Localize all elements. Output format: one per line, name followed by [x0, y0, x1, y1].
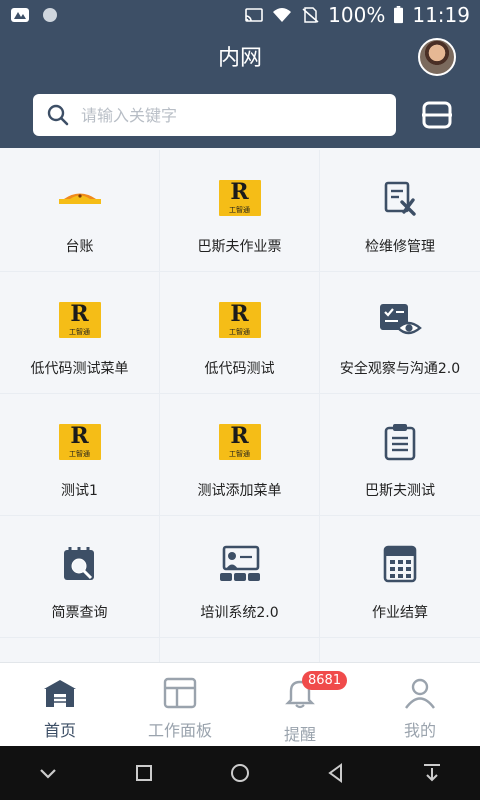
ledger-icon	[58, 178, 102, 218]
grid-item-partial[interactable]	[320, 638, 480, 662]
training-icon	[218, 544, 262, 584]
tab-profile[interactable]: 我的	[360, 663, 480, 746]
user-icon	[405, 678, 435, 709]
gongzhitong-logo-icon: R 工智通	[218, 178, 262, 218]
tab-label: 首页	[43, 721, 76, 740]
tab-label: 我的	[403, 721, 436, 740]
grid-item-ticket-query[interactable]: 简票查询	[0, 516, 160, 638]
ticket-search-icon	[58, 544, 102, 584]
home-icon	[44, 680, 76, 707]
notification-badge: 8681	[302, 671, 348, 690]
grid-item-test1[interactable]: R 工智通 测试1	[0, 394, 160, 516]
gongzhitong-logo-icon: R 工智通	[218, 422, 262, 462]
home-nav-icon[interactable]	[229, 762, 251, 784]
battery-percent: 100%	[328, 3, 386, 27]
maintenance-icon	[378, 178, 422, 218]
back-icon[interactable]	[325, 762, 347, 784]
grid-item-label: 作业结算	[372, 605, 428, 621]
grid-item-basf-work-permit[interactable]: R 工智通 巴斯夫作业票	[160, 150, 320, 272]
app-grid: 台账 R 工智通 巴斯夫作业票 检维修管理 R 工智通 低代码测试菜单 R 工智通 低…	[0, 150, 480, 662]
header: 内网	[0, 30, 480, 148]
grid-item-label: 检维修管理	[365, 239, 435, 255]
tab-label: 提醒	[283, 725, 316, 744]
search-bar[interactable]	[33, 94, 396, 136]
grid-item-work-settlement[interactable]: 作业结算	[320, 516, 480, 638]
calculator-icon	[378, 544, 422, 584]
download-icon[interactable]	[421, 762, 443, 784]
avatar[interactable]	[418, 38, 456, 76]
scan-icon[interactable]	[420, 98, 454, 132]
tab-dashboard[interactable]: 工作面板	[120, 663, 240, 746]
tab-label: 工作面板	[147, 721, 212, 740]
recents-icon[interactable]	[133, 762, 155, 784]
grid-item-label: 培训系统2.0	[200, 605, 279, 621]
battery-icon	[394, 6, 404, 24]
circle-notification-icon	[43, 8, 57, 22]
grid-item-label: 测试1	[61, 483, 98, 499]
grid-item-lowcode-menu[interactable]: R 工智通 低代码测试菜单	[0, 272, 160, 394]
gongzhitong-logo-icon: R 工智通	[58, 422, 102, 462]
wifi-icon	[273, 8, 292, 22]
clipboard-icon	[378, 422, 422, 462]
chevron-down-icon[interactable]	[37, 762, 59, 784]
gongzhitong-logo-icon: R 工智通	[218, 300, 262, 340]
grid-item-test-add-menu[interactable]: R 工智通 测试添加菜单	[160, 394, 320, 516]
grid-item-label: 巴斯夫作业票	[197, 239, 282, 255]
gongzhitong-logo-icon: R 工智通	[58, 300, 102, 340]
grid-item-safety-observation[interactable]: 安全观察与沟通2.0	[320, 272, 480, 394]
search-input[interactable]	[81, 105, 361, 125]
safety-observation-icon	[378, 300, 422, 340]
status-bar: 100% 11:19	[0, 0, 480, 30]
grid-item-label: 简票查询	[51, 605, 108, 621]
search-icon	[47, 104, 69, 126]
dashboard-icon	[163, 677, 197, 709]
cast-icon	[245, 8, 263, 22]
grid-item-label: 巴斯夫测试	[365, 483, 435, 499]
grid-item-partial[interactable]	[160, 638, 320, 662]
grid-item-partial[interactable]	[0, 638, 160, 662]
grid-item-training[interactable]: 培训系统2.0	[160, 516, 320, 638]
grid-item-basf-test[interactable]: 巴斯夫测试	[320, 394, 480, 516]
page-title: 内网	[217, 46, 262, 71]
tab-reminders[interactable]: 8681 提醒	[240, 663, 360, 746]
grid-item-maintenance[interactable]: 检维修管理	[320, 150, 480, 272]
grid-item-label: 安全观察与沟通2.0	[339, 361, 461, 377]
tab-home[interactable]: 首页	[0, 663, 120, 746]
grid-item-label: 低代码测试菜单	[30, 361, 129, 377]
grid-item-ledger[interactable]: 台账	[0, 150, 160, 272]
bottom-tab-bar: 首页 工作面板 8681 提醒 我的	[0, 662, 480, 746]
no-sim-icon	[302, 7, 319, 23]
grid-item-lowcode-test[interactable]: R 工智通 低代码测试	[160, 272, 320, 394]
system-nav-bar	[0, 746, 480, 800]
grid-item-label: 台账	[65, 239, 94, 255]
app-notification-icon	[11, 8, 29, 22]
grid-item-label: 低代码测试	[204, 361, 275, 377]
grid-item-label: 测试添加菜单	[197, 483, 282, 499]
clock: 11:19	[412, 3, 470, 27]
